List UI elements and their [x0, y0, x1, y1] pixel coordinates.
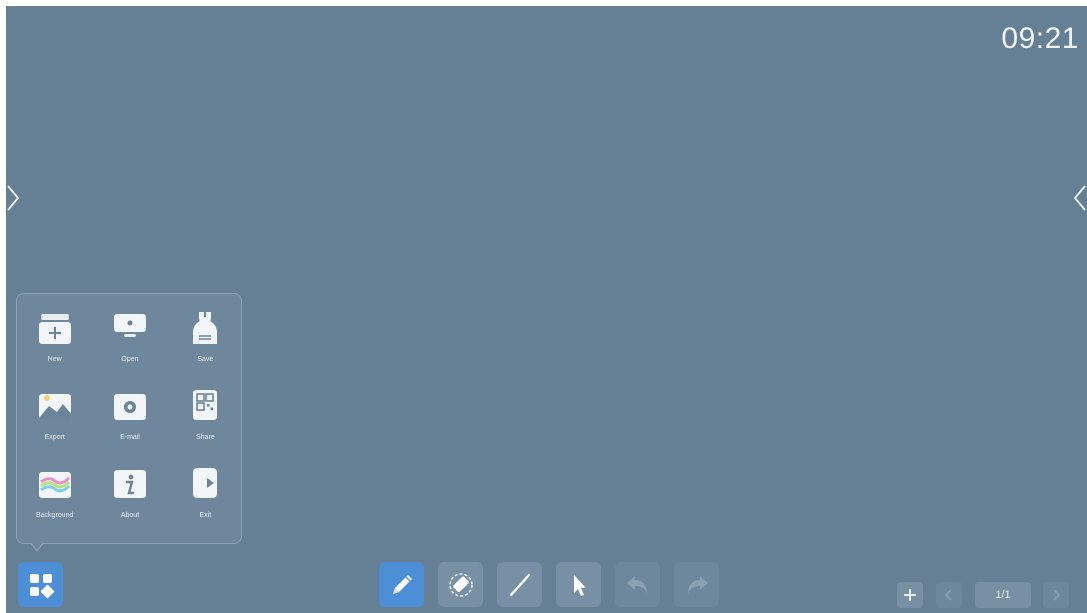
menu-pointer-fill: [31, 542, 43, 550]
chevron-right-icon: [1053, 589, 1061, 601]
pen-tool-button[interactable]: [379, 562, 424, 607]
email-icon: [110, 384, 150, 428]
line-icon: [509, 573, 530, 596]
menu-item-new[interactable]: New: [17, 302, 92, 376]
left-edge-expand-button[interactable]: [6, 182, 22, 214]
apps-menu-button[interactable]: [18, 562, 63, 607]
plus-icon: [904, 589, 916, 601]
clock: 09:21: [1001, 22, 1079, 55]
pen-icon: [392, 574, 412, 594]
menu-item-export[interactable]: Export: [17, 380, 92, 454]
line-tool-button[interactable]: [497, 562, 542, 607]
redo-icon: [687, 575, 708, 594]
new-board-icon: [35, 306, 75, 350]
select-tool-button[interactable]: [556, 562, 601, 607]
page-indicator[interactable]: 1/1: [975, 582, 1031, 608]
menu-item-about[interactable]: About: [92, 458, 167, 532]
menu-item-email[interactable]: E-mail: [92, 380, 167, 454]
previous-page-button[interactable]: [936, 582, 962, 608]
select-icon: [573, 574, 586, 596]
menu-item-label: Background: [35, 512, 74, 519]
redo-button[interactable]: [674, 562, 719, 607]
about-info-icon: [110, 462, 150, 506]
menu-item-label: Share: [195, 434, 215, 441]
undo-icon: [626, 575, 647, 594]
right-edge-expand-button[interactable]: [1071, 182, 1087, 214]
menu-item-exit[interactable]: Exit: [168, 458, 243, 532]
chevron-left-icon: [1073, 185, 1086, 211]
add-page-button[interactable]: [897, 582, 923, 608]
open-folder-icon: [110, 306, 150, 350]
eraser-icon: [448, 572, 473, 597]
menu-item-label: Open: [121, 356, 139, 363]
undo-button[interactable]: [615, 562, 660, 607]
menu-item-label: New: [47, 356, 62, 363]
apps-grid-icon: [29, 573, 54, 598]
menu-item-label: About: [120, 512, 140, 519]
main-menu-panel: New Open Save Export E-mail Share Backgr…: [16, 293, 242, 544]
eraser-tool-button[interactable]: [438, 562, 483, 607]
menu-item-background[interactable]: Background: [17, 458, 92, 532]
menu-item-open[interactable]: Open: [92, 302, 167, 376]
next-page-button[interactable]: [1043, 582, 1069, 608]
chevron-left-icon: [944, 589, 952, 601]
menu-item-share[interactable]: Share: [168, 380, 243, 454]
chevron-right-icon: [7, 185, 20, 211]
menu-item-label: Export: [44, 434, 65, 441]
share-qr-icon: [185, 384, 225, 428]
menu-item-label: E-mail: [120, 434, 140, 441]
menu-item-save[interactable]: Save: [168, 302, 243, 376]
export-image-icon: [35, 384, 75, 428]
menu-item-label: Exit: [199, 512, 212, 519]
save-icon: [185, 306, 225, 350]
menu-item-label: Save: [197, 356, 214, 363]
exit-icon: [185, 462, 225, 506]
background-icon: [35, 462, 75, 506]
